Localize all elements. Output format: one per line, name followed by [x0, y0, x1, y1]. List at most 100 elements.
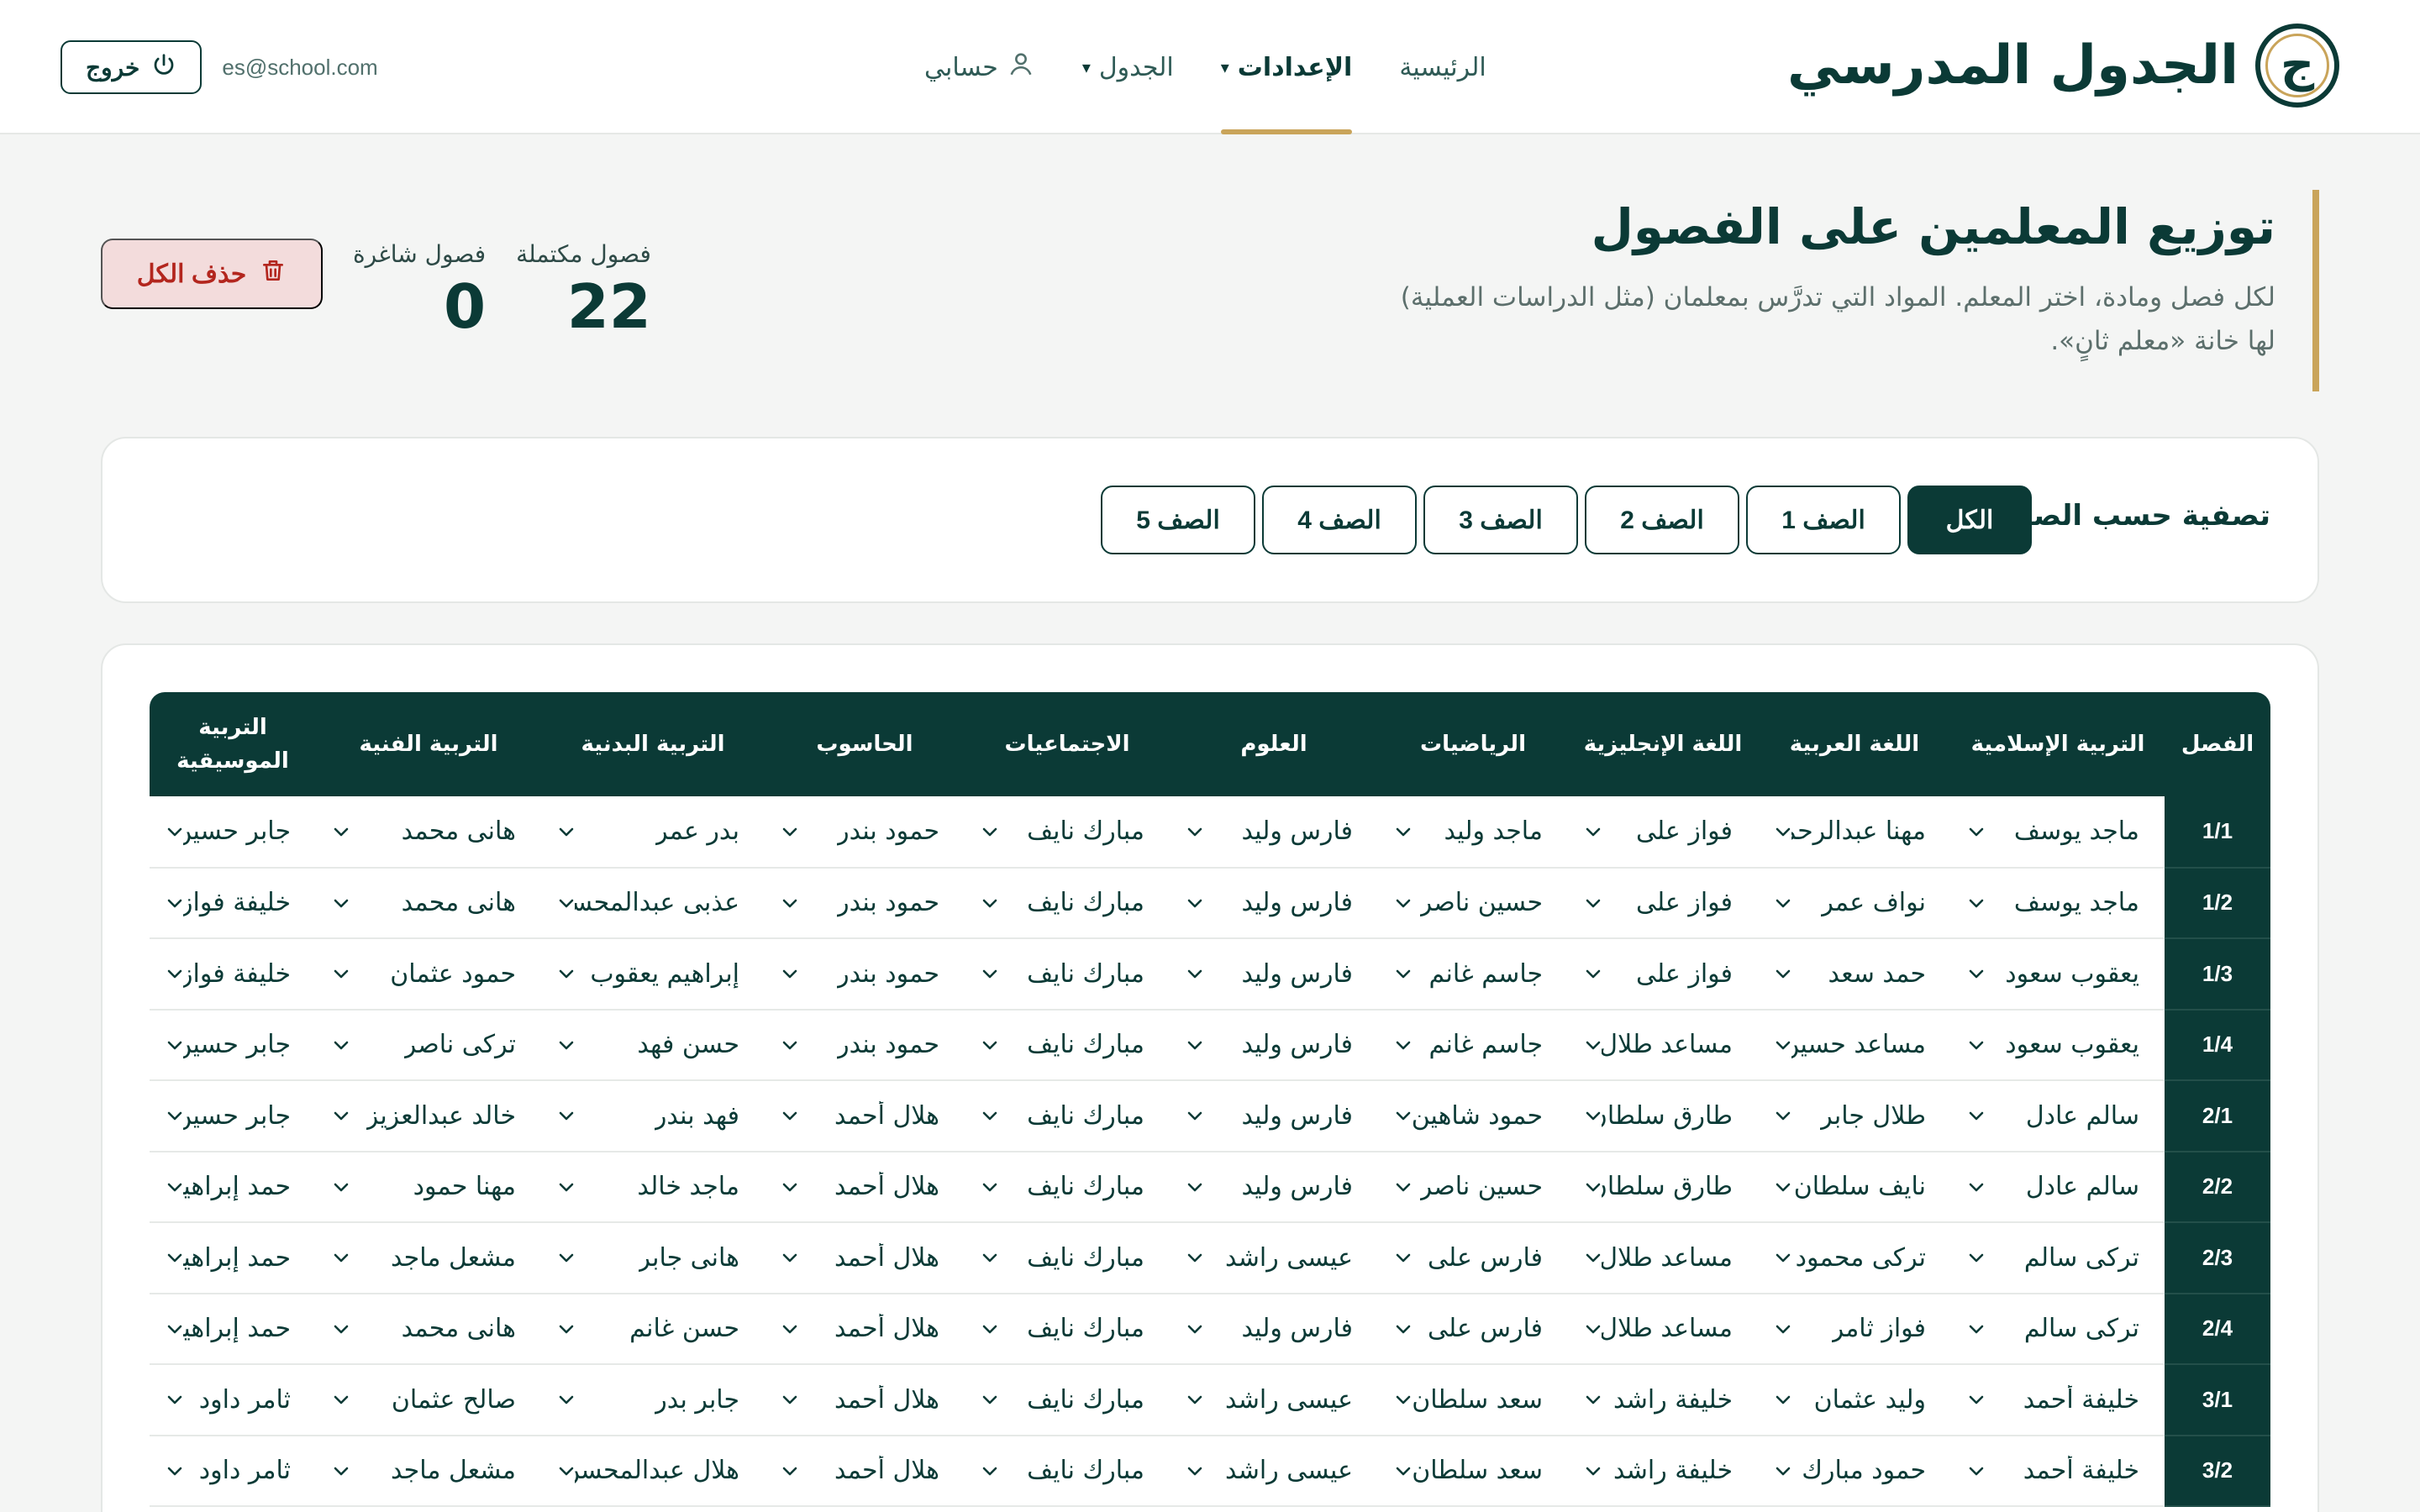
- teacher-select[interactable]: جاسم غانم: [1378, 1011, 1568, 1079]
- teacher-select[interactable]: ماجد يوسف: [1951, 796, 2165, 866]
- teacher-select[interactable]: حمود بندر: [765, 939, 965, 1008]
- teacher-select[interactable]: خليفة أحمد: [1951, 1436, 2165, 1505]
- teacher-select[interactable]: مساعد طلال: [1568, 1223, 1758, 1292]
- teacher-select[interactable]: هلال عبدالمحسن: [541, 1436, 765, 1505]
- teacher-select[interactable]: حمد إبراهيم: [150, 1223, 316, 1292]
- teacher-select[interactable]: هلال أحمد: [765, 1223, 965, 1292]
- teacher-select[interactable]: مهنا عبدالرحمن: [1758, 796, 1951, 866]
- teacher-select[interactable]: حمود بندر: [765, 1011, 965, 1079]
- teacher-select[interactable]: طلال جابر: [1758, 1081, 1951, 1150]
- teacher-select[interactable]: خليفة فواز: [150, 939, 316, 1008]
- teacher-select[interactable]: حسين ناصر: [1378, 1152, 1568, 1221]
- filter-chip-grade-1[interactable]: الصف 1: [1746, 486, 1901, 554]
- teacher-select[interactable]: فارس وليد: [1170, 939, 1378, 1008]
- teacher-select[interactable]: مشعل ماجد: [316, 1223, 541, 1292]
- teacher-select[interactable]: طارق سلطان: [1568, 1152, 1758, 1221]
- teacher-select[interactable]: حسن فهد: [541, 1011, 765, 1079]
- teacher-select[interactable]: حمود عثمان: [316, 939, 541, 1008]
- teacher-select[interactable]: تركى محمود: [1758, 1223, 1951, 1292]
- teacher-select[interactable]: هانى محمد: [316, 1294, 541, 1363]
- teacher-select[interactable]: فواز على: [1568, 939, 1758, 1008]
- teacher-select[interactable]: فارس وليد: [1170, 869, 1378, 937]
- teacher-select[interactable]: سالم عادل: [1951, 1152, 2165, 1221]
- teacher-select[interactable]: هلال أحمد: [765, 1152, 965, 1221]
- teacher-select[interactable]: مبارك نايف: [965, 1365, 1170, 1434]
- teacher-select[interactable]: نواف عمر: [1758, 869, 1951, 937]
- teacher-select[interactable]: مبارك نايف: [965, 796, 1170, 866]
- teacher-select[interactable]: مبارك نايف: [965, 1081, 1170, 1150]
- teacher-select[interactable]: جابر حسين: [150, 1081, 316, 1150]
- brand[interactable]: ج الجدول المدرسي: [1787, 24, 2339, 108]
- teacher-select[interactable]: فواز على: [1568, 796, 1758, 866]
- teacher-select[interactable]: مبارك نايف: [965, 869, 1170, 937]
- teacher-select[interactable]: خليفة أحمد: [1951, 1365, 2165, 1434]
- teacher-select[interactable]: هلال أحمد: [765, 1294, 965, 1363]
- teacher-select[interactable]: تركى ناصر: [316, 1011, 541, 1079]
- teacher-select[interactable]: حسين ناصر: [1378, 869, 1568, 937]
- filter-chip-grade-5[interactable]: الصف 5: [1101, 486, 1255, 554]
- teacher-select[interactable]: ثامر داود: [150, 1365, 316, 1434]
- teacher-select[interactable]: هلال أحمد: [765, 1436, 965, 1505]
- teacher-select[interactable]: فارس وليد: [1170, 1152, 1378, 1221]
- nav-schedule[interactable]: الجدول ▾: [1082, 0, 1174, 134]
- teacher-select[interactable]: جابر حسين: [150, 1011, 316, 1079]
- teacher-select[interactable]: يعقوب سعود: [1951, 1011, 2165, 1079]
- teacher-select[interactable]: هانى جابر: [541, 1223, 765, 1292]
- teacher-select[interactable]: فارس على: [1378, 1223, 1568, 1292]
- teacher-select[interactable]: هلال أحمد: [765, 1365, 965, 1434]
- teacher-select[interactable]: سعد سلطان: [1378, 1436, 1568, 1505]
- teacher-select[interactable]: تركى سالم: [1951, 1294, 2165, 1363]
- teacher-select[interactable]: هانى محمد: [316, 869, 541, 937]
- nav-settings[interactable]: الإعدادات ▾: [1220, 0, 1352, 134]
- teacher-select[interactable]: حمد سعد: [1758, 939, 1951, 1008]
- teacher-select[interactable]: خليفة راشد: [1568, 1365, 1758, 1434]
- teacher-select[interactable]: إبراهيم يعقوب: [541, 939, 765, 1008]
- nav-home[interactable]: الرئيسية: [1399, 0, 1486, 134]
- teacher-select[interactable]: ثامر داود: [150, 1436, 316, 1505]
- teacher-select[interactable]: يعقوب سعود: [1951, 939, 2165, 1008]
- teacher-select[interactable]: فارس وليد: [1170, 1081, 1378, 1150]
- teacher-select[interactable]: مبارك نايف: [965, 939, 1170, 1008]
- teacher-select[interactable]: فهد بندر: [541, 1081, 765, 1150]
- logout-button[interactable]: خروج: [60, 40, 203, 94]
- teacher-select[interactable]: تركى سالم: [1951, 1223, 2165, 1292]
- teacher-select[interactable]: سالم عادل: [1951, 1081, 2165, 1150]
- teacher-select[interactable]: ماجد خالد: [541, 1152, 765, 1221]
- teacher-select[interactable]: ماجد يوسف: [1951, 869, 2165, 937]
- teacher-select[interactable]: نايف سلطان: [1758, 1152, 1951, 1221]
- teacher-select[interactable]: عيسى راشد: [1170, 1436, 1378, 1505]
- teacher-select[interactable]: هلال أحمد: [765, 1081, 965, 1150]
- teacher-select[interactable]: فارس وليد: [1170, 796, 1378, 866]
- teacher-select[interactable]: بدر عمر: [541, 796, 765, 866]
- teacher-select[interactable]: مساعد حسين: [1758, 1011, 1951, 1079]
- teacher-select[interactable]: عذبى عبدالمحسن: [541, 869, 765, 937]
- filter-chip-grade-4[interactable]: الصف 4: [1262, 486, 1417, 554]
- teacher-select[interactable]: سعد سلطان: [1378, 1365, 1568, 1434]
- teacher-select[interactable]: حمد إبراهيم: [150, 1294, 316, 1363]
- filter-chip-grade-2[interactable]: الصف 2: [1585, 486, 1739, 554]
- teacher-select[interactable]: مبارك نايف: [965, 1223, 1170, 1292]
- teacher-select[interactable]: عيسى راشد: [1170, 1365, 1378, 1434]
- teacher-select[interactable]: خالد عبدالعزيز: [316, 1081, 541, 1150]
- teacher-select[interactable]: مبارك نايف: [965, 1294, 1170, 1363]
- teacher-select[interactable]: مساعد طلال: [1568, 1011, 1758, 1079]
- teacher-select[interactable]: حمود بندر: [765, 869, 965, 937]
- teacher-select[interactable]: هانى محمد: [316, 796, 541, 866]
- teacher-select[interactable]: حسن غانم: [541, 1294, 765, 1363]
- teacher-select[interactable]: صالح عثمان: [316, 1365, 541, 1434]
- teacher-select[interactable]: فواز ثامر: [1758, 1294, 1951, 1363]
- teacher-select[interactable]: ماجد وليد: [1378, 796, 1568, 866]
- teacher-select[interactable]: طارق سلطان: [1568, 1081, 1758, 1150]
- teacher-select[interactable]: مبارك نايف: [965, 1152, 1170, 1221]
- teacher-select[interactable]: فارس وليد: [1170, 1294, 1378, 1363]
- teacher-select[interactable]: وليد عثمان: [1758, 1365, 1951, 1434]
- teacher-select[interactable]: مبارك نايف: [965, 1011, 1170, 1079]
- teacher-select[interactable]: فواز على: [1568, 869, 1758, 937]
- teacher-select[interactable]: جابر بدر: [541, 1365, 765, 1434]
- teacher-select[interactable]: مساعد طلال: [1568, 1294, 1758, 1363]
- teacher-select[interactable]: مهنا حمود: [316, 1152, 541, 1221]
- teacher-select[interactable]: حمود بندر: [765, 796, 965, 866]
- teacher-select[interactable]: مبارك نايف: [965, 1436, 1170, 1505]
- teacher-select[interactable]: جاسم غانم: [1378, 939, 1568, 1008]
- teacher-select[interactable]: مشعل ماجد: [316, 1436, 541, 1505]
